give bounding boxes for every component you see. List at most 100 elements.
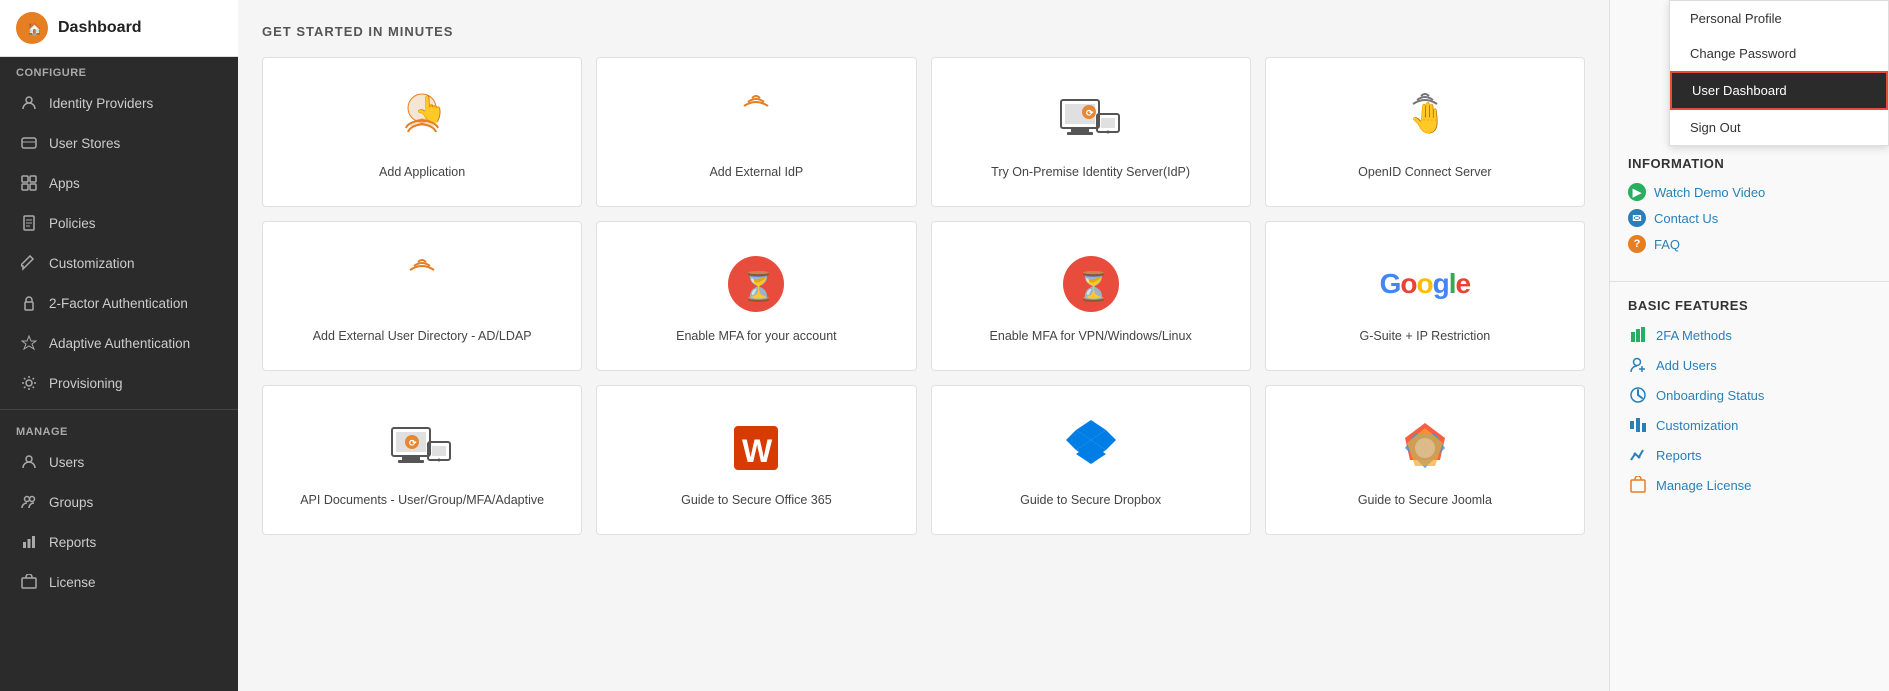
sidebar-logo: 🏠 Dashboard [0,0,238,57]
contact-us-icon: ✉ [1628,209,1646,227]
sidebar-item-users[interactable]: Users [0,442,238,482]
sidebar-item-groups[interactable]: Groups [0,482,238,522]
api-documents-icon: ⟳ [390,416,454,480]
feature-2fa-methods[interactable]: 2FA Methods [1628,325,1871,345]
sidebar-item-provisioning[interactable]: Provisioning [0,363,238,403]
svg-text:⟳: ⟳ [409,438,417,448]
card-label-openid-connect: OpenID Connect Server [1358,164,1491,182]
section-title: GET STARTED IN MINUTES [262,24,1585,39]
card-enable-mfa-account[interactable]: ⏳ Enable MFA for your account [596,221,916,371]
dropdown-sign-out[interactable]: Sign Out [1670,110,1888,145]
apps-icon [19,173,39,193]
logo-title: Dashboard [58,19,142,37]
feature-manage-license[interactable]: Manage License [1628,475,1871,495]
card-label-add-application: Add Application [379,164,465,182]
basic-features-section: BASIC FEATURES 2FA Methods Add Users Onb… [1610,281,1889,515]
sidebar-item-label-apps: Apps [49,176,80,191]
svg-text:⏳: ⏳ [1076,270,1111,303]
feature-manage-license-label: Manage License [1656,478,1751,493]
dropdown-user-dashboard[interactable]: User Dashboard [1670,71,1888,110]
feature-add-users-label: Add Users [1656,358,1717,373]
feature-reports-icon [1628,445,1648,465]
feature-add-users[interactable]: Add Users [1628,355,1871,375]
sidebar-item-user-stores[interactable]: User Stores [0,123,238,163]
card-api-documents[interactable]: ⟳ API Documents - User/Group/MFA/Adaptiv… [262,385,582,535]
faq-link[interactable]: ? FAQ [1628,235,1871,253]
feature-customization-label: Customization [1656,418,1738,433]
policies-icon [19,213,39,233]
faq-label: FAQ [1654,237,1680,252]
guide-office365-icon: W [724,416,788,480]
dropdown-personal-profile[interactable]: Personal Profile [1670,1,1888,36]
sidebar-item-label-provisioning: Provisioning [49,376,123,391]
feature-2fa-methods-label: 2FA Methods [1656,328,1732,343]
svg-text:W: W [742,433,773,469]
configure-label: Configure [0,57,238,83]
dropdown-menu: Personal Profile Change Password User Da… [1669,0,1889,146]
card-openid-connect[interactable]: 🤚 OpenID Connect Server [1265,57,1585,207]
feature-customization-icon [1628,415,1648,435]
contact-us-link[interactable]: ✉ Contact Us [1628,209,1871,227]
sidebar-item-customization[interactable]: Customization [0,243,238,283]
card-enable-mfa-vpn[interactable]: ⏳ Enable MFA for VPN/Windows/Linux [931,221,1251,371]
basic-features-title: BASIC FEATURES [1628,298,1871,313]
card-gsuite-ip[interactable]: Google G-Suite + IP Restriction [1265,221,1585,371]
card-guide-joomla[interactable]: Guide to Secure Joomla [1265,385,1585,535]
dropdown-change-password[interactable]: Change Password [1670,36,1888,71]
card-add-external-user-dir[interactable]: 🤚 Add External User Directory - AD/LDAP [262,221,582,371]
sidebar-item-identity-providers[interactable]: Identity Providers [0,83,238,123]
card-try-on-premise[interactable]: ⟳ Try On-Premise Identity Server(IdP) [931,57,1251,207]
card-guide-dropbox[interactable]: Guide to Secure Dropbox [931,385,1251,535]
users-icon [19,452,39,472]
add-users-icon [1628,355,1648,375]
main-content: GET STARTED IN MINUTES 👆 🤚 Add Applicati… [238,0,1609,691]
card-label-try-on-premise: Try On-Premise Identity Server(IdP) [991,164,1190,182]
user-stores-icon [19,133,39,153]
sidebar-item-label-customization: Customization [49,256,135,271]
card-label-add-external-user-dir: Add External User Directory - AD/LDAP [313,328,532,346]
sidebar-item-label-adaptive: Adaptive Authentication [49,336,190,351]
gsuite-ip-icon: Google [1393,252,1457,316]
feature-onboarding-status[interactable]: Onboarding Status [1628,385,1871,405]
sidebar-item-apps[interactable]: Apps [0,163,238,203]
sidebar-item-policies[interactable]: Policies [0,203,238,243]
sidebar-item-adaptive-auth[interactable]: Adaptive Authentication [0,323,238,363]
card-label-guide-office365: Guide to Secure Office 365 [681,492,832,510]
sidebar-divider [0,409,238,410]
sidebar-item-label-user-stores: User Stores [49,136,120,151]
card-label-api-documents: API Documents - User/Group/MFA/Adaptive [300,492,544,510]
feature-reports-label: Reports [1656,448,1702,463]
sidebar-item-label-reports: Reports [49,535,96,550]
2fa-methods-icon [1628,325,1648,345]
sidebar-item-label-users: Users [49,455,84,470]
sidebar-item-2fa[interactable]: 2-Factor Authentication [0,283,238,323]
card-label-enable-mfa-account: Enable MFA for your account [676,328,837,346]
card-label-add-external-idp: Add External IdP [709,164,803,182]
watch-demo-icon: ▶ [1628,183,1646,201]
reports-icon [19,532,39,552]
enable-mfa-vpn-icon: ⏳ [1059,252,1123,316]
customization-icon [19,253,39,273]
guide-joomla-icon [1393,416,1457,480]
card-add-external-idp[interactable]: 🤚 Add External IdP [596,57,916,207]
information-section: INFORMATION ▶ Watch Demo Video ✉ Contact… [1610,140,1889,271]
svg-text:🤚: 🤚 [1409,100,1446,135]
manage-label: Manage [0,416,238,442]
add-application-icon: 👆 🤚 [390,88,454,152]
feature-reports[interactable]: Reports [1628,445,1871,465]
sidebar: 🏠 Dashboard Configure Identity Providers… [0,0,238,691]
card-add-application[interactable]: 👆 🤚 Add Application [262,57,582,207]
watch-demo-link[interactable]: ▶ Watch Demo Video [1628,183,1871,201]
card-label-guide-joomla: Guide to Secure Joomla [1358,492,1492,510]
sidebar-item-label-identity-providers: Identity Providers [49,96,153,111]
sidebar-item-reports[interactable]: Reports [0,522,238,562]
right-panel: Personal Profile Change Password User Da… [1609,0,1889,691]
svg-text:⟳: ⟳ [1086,108,1094,118]
sidebar-item-license[interactable]: License [0,562,238,602]
contact-us-label: Contact Us [1654,211,1718,226]
feature-customization[interactable]: Customization [1628,415,1871,435]
openid-connect-icon: 🤚 [1393,88,1457,152]
card-guide-office365[interactable]: W Guide to Secure Office 365 [596,385,916,535]
card-label-gsuite-ip: G-Suite + IP Restriction [1360,328,1491,346]
add-external-idp-icon: 🤚 [724,88,788,152]
